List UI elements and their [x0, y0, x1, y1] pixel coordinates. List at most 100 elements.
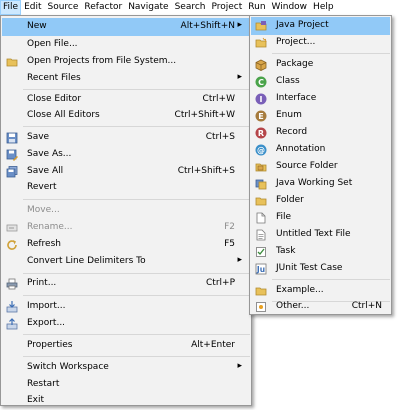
menu-item-print[interactable]: Print... Ctrl+P	[2, 275, 250, 293]
menubar-edit[interactable]: Edit	[21, 0, 44, 15]
menubar-window[interactable]: Window	[269, 0, 311, 15]
menu-item-label: Project...	[276, 37, 316, 47]
svg-text:@: @	[257, 146, 265, 155]
menu-separator	[23, 356, 250, 357]
menu-item-revert[interactable]: Revert	[2, 179, 250, 197]
svg-text:C: C	[258, 78, 264, 87]
menu-item-record[interactable]: R Record	[251, 124, 390, 142]
menu-item-java-project[interactable]: Java Project	[251, 17, 390, 35]
menu-item-label: Open Projects from File System...	[27, 56, 177, 66]
refresh-icon	[6, 239, 18, 251]
menu-item-other[interactable]: Other... Ctrl+N	[251, 298, 390, 316]
submenu-arrow-icon: ▸	[237, 255, 242, 265]
menu-item-rename[interactable]: Rename... F2	[2, 219, 250, 237]
menu-item-label: Revert	[27, 182, 57, 192]
source-folder-icon	[255, 161, 267, 173]
menu-item-file[interactable]: File	[251, 209, 390, 227]
menu-item-label: Rename...	[27, 222, 73, 232]
menu-item-label: Import...	[27, 301, 66, 311]
menu-item-convert-line-delimiters[interactable]: Convert Line Delimiters To ▸	[2, 253, 250, 271]
menu-item-package[interactable]: Package	[251, 56, 390, 74]
junit-icon: Ju	[255, 263, 267, 275]
menu-item-label: Restart	[27, 379, 60, 389]
rename-icon	[6, 222, 18, 234]
menu-separator	[23, 334, 250, 335]
menu-separator	[272, 279, 390, 280]
menu-item-label: Class	[276, 76, 300, 86]
menu-separator	[23, 273, 250, 274]
menu-item-label: Save	[27, 132, 50, 142]
menu-item-shortcut: Ctrl+S	[205, 132, 235, 142]
menu-item-shortcut: Ctrl+Shift+S	[177, 166, 235, 176]
menubar-search[interactable]: Search	[172, 0, 209, 15]
save-icon	[6, 132, 18, 144]
menu-item-save-as[interactable]: Save As...	[2, 146, 250, 164]
menubar-source[interactable]: Source	[45, 0, 82, 15]
menu-item-junit-test-case[interactable]: Ju JUnit Test Case	[251, 260, 390, 278]
folder-icon	[255, 195, 267, 207]
menu-item-new[interactable]: New Alt+Shift+N ▸	[2, 18, 250, 36]
menu-item-label: Move...	[27, 205, 60, 215]
menu-item-label: Java Project	[276, 20, 329, 30]
menu-item-move[interactable]: Move...	[2, 202, 250, 220]
menu-item-shortcut: Ctrl+P	[206, 278, 235, 288]
menu-item-java-working-set[interactable]: Java Working Set	[251, 175, 390, 193]
menu-item-task[interactable]: Task	[251, 243, 390, 261]
svg-text:R: R	[258, 129, 264, 138]
menu-item-shortcut: Alt+Shift+N	[180, 21, 235, 31]
menu-item-class[interactable]: C Class	[251, 73, 390, 91]
save-all-icon	[6, 166, 18, 178]
menu-item-label: File	[276, 212, 292, 222]
menubar-refactor[interactable]: Refactor	[81, 0, 125, 15]
menu-item-label: Example...	[276, 285, 324, 295]
project-icon	[255, 37, 267, 49]
menubar-help[interactable]: Help	[310, 0, 337, 15]
menu-item-annotation[interactable]: @ Annotation	[251, 141, 390, 159]
submenu-arrow-icon: ▸	[237, 361, 242, 371]
menu-item-open-file[interactable]: Open File...	[2, 36, 250, 54]
menu-separator	[23, 89, 250, 90]
menu-bar: File Edit Source Refactor Navigate Searc…	[0, 0, 400, 15]
menu-item-shortcut: F5	[224, 239, 235, 249]
svg-text:E: E	[258, 112, 263, 121]
menu-item-interface[interactable]: I Interface	[251, 90, 390, 108]
menubar-navigate[interactable]: Navigate	[125, 0, 171, 15]
menu-item-project[interactable]: Project...	[251, 34, 390, 52]
menu-item-label: New	[27, 21, 47, 31]
menu-item-label: Package	[276, 59, 314, 69]
menu-separator	[23, 126, 250, 127]
package-icon	[255, 59, 267, 71]
menu-item-shortcut: Alt+Enter	[191, 340, 235, 350]
menu-item-label: Other...	[276, 301, 310, 311]
menu-item-source-folder[interactable]: Source Folder	[251, 158, 390, 176]
menu-item-recent-files[interactable]: Recent Files ▸	[2, 70, 250, 88]
menu-item-switch-workspace[interactable]: Switch Workspace ▸	[2, 359, 250, 377]
enum-icon: E	[255, 110, 267, 122]
menu-item-label: Annotation	[276, 144, 326, 154]
menu-item-untitled-text-file[interactable]: Untitled Text File	[251, 226, 390, 244]
other-icon	[255, 301, 267, 313]
menu-item-export[interactable]: Export...	[2, 315, 250, 333]
menu-item-label: Close Editor	[27, 94, 82, 104]
svg-text:I: I	[260, 95, 263, 104]
menubar-file[interactable]: File	[0, 0, 22, 15]
menu-item-label: Record	[276, 127, 308, 137]
menu-item-save[interactable]: Save Ctrl+S	[2, 129, 250, 147]
menu-item-open-projects[interactable]: Open Projects from File System...	[2, 53, 250, 71]
menu-item-label: Enum	[276, 110, 302, 120]
menu-item-refresh[interactable]: Refresh F5	[2, 236, 250, 254]
annotation-icon: @	[255, 144, 267, 156]
print-icon	[6, 278, 18, 290]
menu-item-shortcut: Ctrl+W	[202, 94, 235, 104]
menu-item-close-all-editors[interactable]: Close All Editors Ctrl+Shift+W	[2, 107, 250, 125]
menu-item-enum[interactable]: E Enum	[251, 107, 390, 125]
menubar-run[interactable]: Run	[245, 0, 268, 15]
menu-item-exit[interactable]: Exit	[2, 392, 250, 410]
menu-item-folder[interactable]: Folder	[251, 192, 390, 210]
submenu-arrow-icon: ▸	[237, 72, 242, 82]
menubar-project[interactable]: Project	[208, 0, 245, 15]
menu-item-import[interactable]: Import...	[2, 298, 250, 316]
menu-item-shortcut: F2	[224, 222, 235, 232]
menu-item-properties[interactable]: Properties Alt+Enter	[2, 337, 250, 355]
class-icon: C	[255, 76, 267, 88]
